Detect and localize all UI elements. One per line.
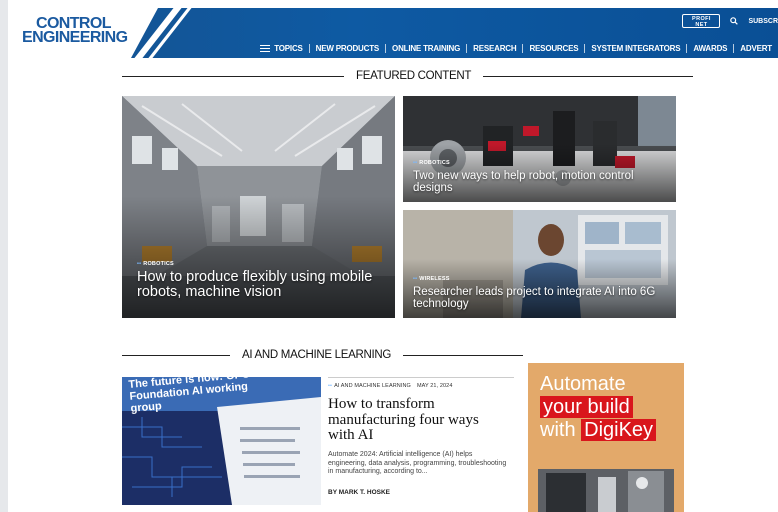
category-label: ROBOTICS bbox=[143, 261, 174, 267]
nav-item-new-products[interactable]: NEW PRODUCTS bbox=[308, 43, 385, 53]
card-category: •• ROBOTICS bbox=[413, 160, 450, 166]
card-title[interactable]: How to produce flexibly using mobile rob… bbox=[137, 269, 377, 300]
card-category: •• WIRELESS bbox=[413, 276, 450, 282]
ad-line3-prefix: with bbox=[540, 419, 576, 441]
article-meta: •• AI AND MACHINE LEARNING MAY 21, 2024 bbox=[328, 383, 453, 389]
subscribe-link[interactable]: SUBSCR bbox=[748, 18, 778, 25]
heading-rule bbox=[122, 75, 344, 77]
heading-rule bbox=[483, 75, 694, 77]
article-category[interactable]: AI AND MACHINE LEARNING bbox=[334, 383, 411, 389]
ad-brand: DigiKey bbox=[581, 419, 657, 441]
site-header: CONTROL ENGINEERING PROFI NET SUBSCR TOP… bbox=[8, 8, 778, 58]
card-title[interactable]: Researcher leads project to integrate AI… bbox=[413, 286, 673, 310]
profinet-badge[interactable]: PROFI NET bbox=[682, 14, 721, 28]
article-title[interactable]: How to transform manufacturing four ways… bbox=[328, 396, 508, 444]
card-title[interactable]: Two new ways to help robot, motion contr… bbox=[413, 170, 658, 194]
ad-line2: your build bbox=[540, 396, 633, 418]
main-nav: TOPICS NEW PRODUCTS ONLINE TRAINING RESE… bbox=[254, 42, 778, 54]
nav-item-system-integrators[interactable]: SYSTEM INTEGRATORS bbox=[584, 43, 686, 53]
profinet-line2: NET bbox=[695, 22, 708, 28]
heading-rule bbox=[403, 354, 524, 356]
nav-label: TOPICS bbox=[274, 43, 303, 53]
article-date: MAY 21, 2024 bbox=[416, 383, 453, 389]
nav-item-awards[interactable]: AWARDS bbox=[686, 43, 733, 53]
ad-line1: Automate bbox=[540, 373, 626, 395]
heading-rule bbox=[122, 354, 230, 356]
nav-item-resources[interactable]: RESOURCES bbox=[522, 43, 584, 53]
logo-area[interactable]: CONTROL ENGINEERING bbox=[8, 8, 158, 58]
featured-heading: FEATURED CONTENT bbox=[122, 70, 694, 82]
article-author[interactable]: BY MARK T. HOSKE bbox=[328, 489, 390, 496]
article-image[interactable]: The future is now: OPC Foundation AI wor… bbox=[122, 377, 321, 505]
nav-item-topics[interactable]: TOPICS bbox=[254, 44, 308, 53]
article-rule bbox=[328, 377, 514, 378]
logo-text-engineering: ENGINEERING bbox=[22, 29, 128, 46]
nav-item-research[interactable]: RESEARCH bbox=[466, 43, 522, 53]
menu-icon bbox=[260, 44, 271, 52]
article-excerpt: Automate 2024: Artificial intelligence (… bbox=[328, 451, 507, 475]
ai-heading: AI AND MACHINE LEARNING bbox=[122, 349, 524, 361]
ai-heading-text: AI AND MACHINE LEARNING bbox=[242, 349, 392, 361]
search-icon[interactable] bbox=[730, 17, 739, 25]
category-label: ROBOTICS bbox=[419, 160, 450, 166]
featured-heading-text: FEATURED CONTENT bbox=[356, 70, 472, 82]
nav-item-advertise[interactable]: ADVERT bbox=[733, 43, 778, 53]
featured-card-main[interactable]: •• ROBOTICS How to produce flexibly using… bbox=[122, 96, 395, 318]
header-utility-bar: PROFI NET SUBSCR bbox=[682, 14, 778, 28]
featured-card-side-2[interactable]: •• WIRELESS Researcher leads project to i… bbox=[403, 210, 676, 318]
ad-robot-image bbox=[538, 469, 674, 512]
digikey-ad[interactable]: Automate your build with DigiKey bbox=[528, 363, 684, 512]
category-label: WIRELESS bbox=[419, 276, 450, 282]
nav-item-online-training[interactable]: ONLINE TRAINING bbox=[385, 43, 466, 53]
site-logo[interactable]: CONTROL ENGINEERING bbox=[22, 16, 132, 46]
card-category: •• ROBOTICS bbox=[137, 261, 174, 267]
featured-card-side-1[interactable]: •• ROBOTICS Two new ways to help robot, m… bbox=[403, 96, 676, 202]
